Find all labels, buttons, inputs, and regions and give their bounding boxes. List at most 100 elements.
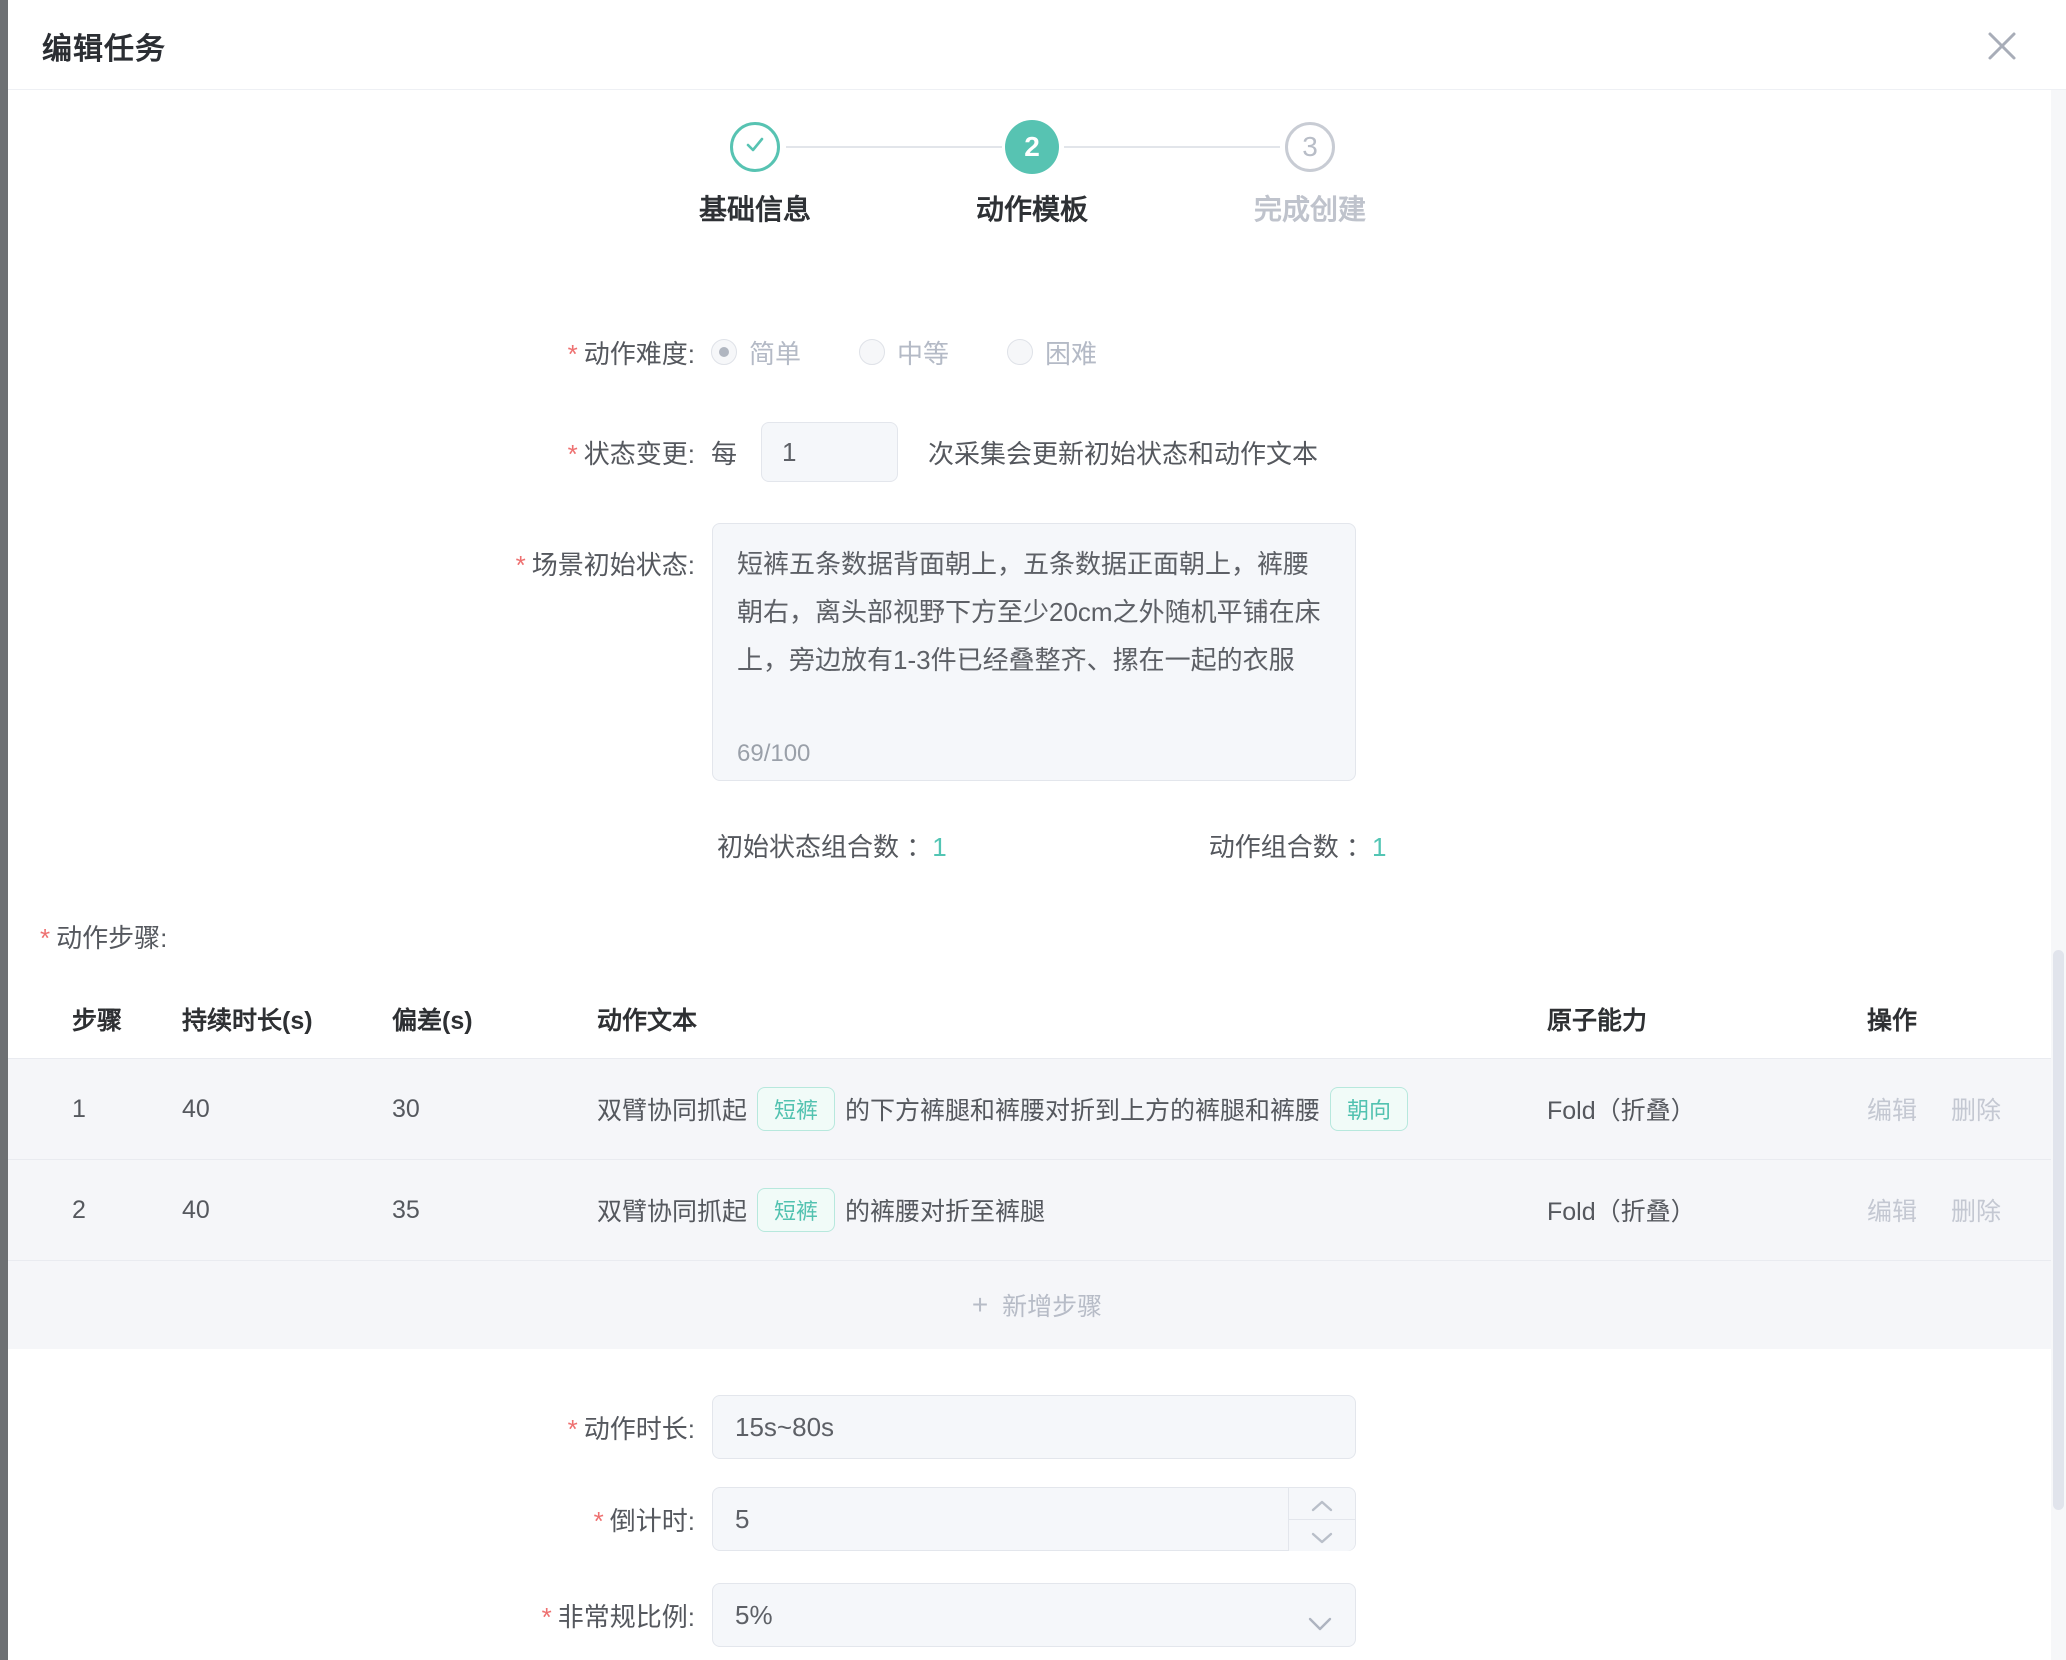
dialog-title: 编辑任务 bbox=[42, 24, 166, 68]
action-duration-value: 15s~80s bbox=[735, 1412, 834, 1443]
required-asterisk: * bbox=[542, 1602, 552, 1632]
arrow-up-icon bbox=[1311, 1488, 1333, 1519]
radio-icon-selected[interactable] bbox=[711, 339, 737, 365]
state-change-input[interactable]: 1 bbox=[761, 422, 898, 482]
radio-label: 中等 bbox=[897, 334, 949, 371]
cell-deviation: 30 bbox=[392, 1095, 597, 1124]
object-tag: 短裤 bbox=[757, 1087, 835, 1131]
cell-ability: Fold（折叠） bbox=[1547, 1192, 1867, 1228]
state-change-value: 1 bbox=[782, 437, 796, 468]
table-header-row: 步骤 持续时长(s) 偏差(s) 动作文本 原子能力 操作 bbox=[8, 980, 2066, 1058]
cell-step: 2 bbox=[72, 1196, 182, 1225]
header-deviation: 偏差(s) bbox=[392, 1001, 597, 1037]
arrow-down-icon bbox=[1311, 1520, 1333, 1551]
required-asterisk: * bbox=[568, 339, 578, 369]
step-connector-line bbox=[1064, 146, 1280, 148]
initial-combo-count: 初始状态组合数 ：1 bbox=[717, 827, 947, 864]
dialog-header: 编辑任务 bbox=[8, 0, 2066, 90]
edit-link[interactable]: 编辑 bbox=[1867, 1192, 1917, 1228]
unusual-ratio-select[interactable]: 5% bbox=[712, 1583, 1356, 1647]
delete-link[interactable]: 删除 bbox=[1951, 1192, 2001, 1228]
initial-state-text: 短裤五条数据背面朝上，五条数据正面朝上，裤腰朝右，离头部视野下方至少20cm之外… bbox=[737, 549, 1321, 675]
radio-option-hard[interactable]: 困难 bbox=[1007, 334, 1097, 371]
header-duration: 持续时长(s) bbox=[182, 1001, 392, 1037]
cell-operation: 编辑 删除 bbox=[1867, 1192, 2066, 1228]
plus-icon: + bbox=[972, 1291, 988, 1319]
action-combo-value: 1 bbox=[1372, 832, 1386, 862]
check-icon bbox=[741, 131, 769, 164]
cell-duration: 40 bbox=[182, 1196, 392, 1225]
step-3-label: 完成创建 bbox=[1254, 188, 1366, 228]
header-action-text: 动作文本 bbox=[597, 1001, 1547, 1037]
state-change-label: *状态变更: bbox=[8, 434, 695, 471]
initial-state-row: *场景初始状态: 短裤五条数据背面朝上，五条数据正面朝上，裤腰朝右，离头部视野下… bbox=[8, 523, 2066, 781]
cell-deviation: 35 bbox=[392, 1196, 597, 1225]
add-step-label: 新增步骤 bbox=[1002, 1287, 1102, 1323]
step-2-label: 动作模板 bbox=[976, 188, 1088, 228]
table-row: 2 40 35 双臂协同抓起 短裤 的裤腰对折至裤腿 Fold（折叠） 编辑 删… bbox=[8, 1159, 2066, 1260]
action-text-segment: 双臂协同抓起 bbox=[597, 1192, 747, 1228]
step-3-number: 3 bbox=[1302, 131, 1318, 163]
difficulty-radio-group: 简单 中等 困难 bbox=[711, 334, 1097, 371]
step-2-circle: 2 bbox=[1005, 120, 1059, 174]
action-text-segment: 的裤腰对折至裤腿 bbox=[845, 1192, 1045, 1228]
delete-link[interactable]: 删除 bbox=[1951, 1091, 2001, 1127]
scrollbar-track bbox=[2051, 90, 2066, 1660]
action-text-segment: 的下方裤腿和裤腰对折到上方的裤腿和裤腰 bbox=[845, 1091, 1320, 1127]
required-asterisk: * bbox=[594, 1506, 604, 1536]
radio-option-easy[interactable]: 简单 bbox=[711, 334, 801, 371]
edit-link[interactable]: 编辑 bbox=[1867, 1091, 1917, 1127]
required-asterisk: * bbox=[568, 1414, 578, 1444]
close-icon[interactable] bbox=[1982, 26, 2022, 66]
increase-button[interactable] bbox=[1289, 1488, 1355, 1520]
step-2-number: 2 bbox=[1024, 131, 1040, 163]
action-duration-row: *动作时长: 15s~80s bbox=[8, 1395, 2066, 1459]
difficulty-label: *动作难度: bbox=[8, 334, 695, 371]
cell-step: 1 bbox=[72, 1095, 182, 1124]
add-step-button[interactable]: + 新增步骤 bbox=[8, 1260, 2066, 1349]
state-change-prefix: 每 bbox=[711, 434, 737, 471]
action-text-segment: 双臂协同抓起 bbox=[597, 1091, 747, 1127]
radio-icon[interactable] bbox=[859, 339, 885, 365]
unusual-ratio-row: *非常规比例: 5% bbox=[8, 1583, 2066, 1647]
action-steps-table: 步骤 持续时长(s) 偏差(s) 动作文本 原子能力 操作 1 40 30 双臂… bbox=[8, 980, 2066, 1349]
initial-combo-value: 1 bbox=[932, 832, 946, 862]
countdown-number-input[interactable]: 5 bbox=[712, 1487, 1356, 1551]
chevron-down-icon bbox=[1307, 1608, 1333, 1639]
orientation-tag: 朝向 bbox=[1330, 1087, 1408, 1131]
cell-ability: Fold（折叠） bbox=[1547, 1091, 1867, 1127]
radio-label: 困难 bbox=[1045, 334, 1097, 371]
radio-option-medium[interactable]: 中等 bbox=[859, 334, 949, 371]
object-tag: 短裤 bbox=[757, 1188, 835, 1232]
radio-label: 简单 bbox=[749, 334, 801, 371]
initial-state-label: *场景初始状态: bbox=[8, 523, 695, 582]
cell-operation: 编辑 删除 bbox=[1867, 1091, 2066, 1127]
step-1-label: 基础信息 bbox=[699, 188, 811, 228]
step-3-circle: 3 bbox=[1285, 122, 1335, 172]
char-counter: 69/100 bbox=[737, 740, 810, 768]
countdown-label: *倒计时: bbox=[8, 1501, 695, 1538]
combo-counts-row: 初始状态组合数 ：1 动作组合数 ：1 bbox=[8, 828, 2066, 862]
countdown-value: 5 bbox=[735, 1504, 749, 1535]
unusual-ratio-value: 5% bbox=[735, 1600, 773, 1631]
radio-icon[interactable] bbox=[1007, 339, 1033, 365]
action-steps-section-label: *动作步骤: bbox=[40, 918, 167, 955]
scrollbar-thumb[interactable] bbox=[2053, 950, 2064, 1510]
header-operation: 操作 bbox=[1867, 1001, 2066, 1037]
countdown-row: *倒计时: 5 bbox=[8, 1487, 2066, 1551]
action-duration-input[interactable]: 15s~80s bbox=[712, 1395, 1356, 1459]
number-stepper bbox=[1288, 1488, 1355, 1550]
header-step: 步骤 bbox=[72, 1001, 182, 1037]
action-combo-count: 动作组合数 ：1 bbox=[1209, 827, 1387, 864]
action-duration-label: *动作时长: bbox=[8, 1409, 695, 1446]
initial-state-textarea[interactable]: 短裤五条数据背面朝上，五条数据正面朝上，裤腰朝右，离头部视野下方至少20cm之外… bbox=[712, 523, 1356, 781]
cell-action-text: 双臂协同抓起 短裤 的裤腰对折至裤腿 bbox=[597, 1188, 1547, 1232]
header-ability: 原子能力 bbox=[1547, 1001, 1867, 1037]
cell-action-text: 双臂协同抓起 短裤 的下方裤腿和裤腰对折到上方的裤腿和裤腰 朝向 bbox=[597, 1087, 1547, 1131]
step-1-circle bbox=[730, 122, 780, 172]
unusual-ratio-label: *非常规比例: bbox=[8, 1597, 695, 1634]
decrease-button[interactable] bbox=[1289, 1520, 1355, 1551]
step-connector-line bbox=[786, 146, 1002, 148]
required-asterisk: * bbox=[516, 550, 526, 580]
edit-task-dialog: 编辑任务 2 3 基础信息 动作模板 完成创建 * bbox=[8, 0, 2066, 1660]
